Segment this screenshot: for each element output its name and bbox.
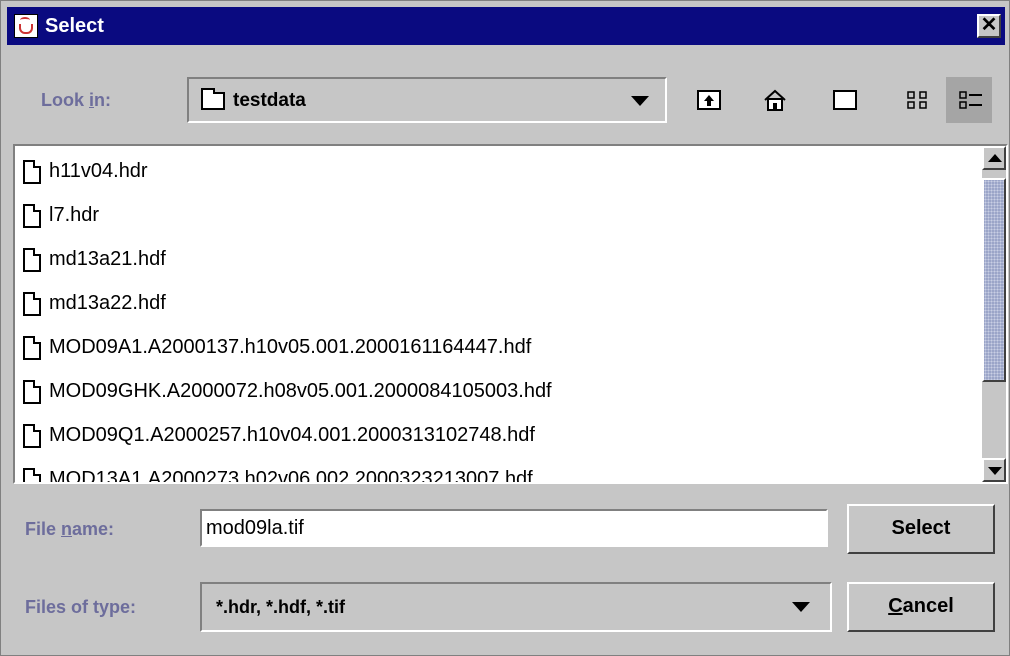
window-title: Select	[45, 15, 104, 37]
title-bar[interactable]: Select ✕	[7, 7, 1005, 45]
file-icon	[23, 336, 41, 360]
file-icon	[23, 248, 41, 272]
chevron-down-icon[interactable]	[631, 96, 649, 106]
java-cup-icon	[14, 14, 38, 38]
list-view-icon	[907, 90, 931, 110]
details-view-button[interactable]	[946, 77, 992, 123]
new-folder-icon	[833, 90, 857, 110]
arrow-up-icon	[988, 154, 1002, 162]
lookin-value: testdata	[233, 90, 306, 111]
up-one-level-button[interactable]	[684, 77, 730, 123]
home-button[interactable]	[750, 77, 796, 123]
filename-input[interactable]	[200, 509, 828, 547]
file-icon	[23, 160, 41, 184]
file-icon	[23, 424, 41, 448]
file-icon	[23, 468, 41, 482]
new-folder-button[interactable]	[820, 77, 866, 123]
chevron-down-icon[interactable]	[792, 602, 810, 612]
file-icon	[23, 380, 41, 404]
scroll-thumb[interactable]	[982, 178, 1006, 382]
details-view-icon	[959, 90, 983, 110]
filename-label: File name:	[25, 519, 115, 539]
arrow-down-icon	[988, 467, 1002, 475]
folder-icon	[201, 88, 225, 110]
scroll-down-button[interactable]	[982, 458, 1006, 482]
file-icon	[23, 292, 41, 316]
cancel-button[interactable]: Cancel	[847, 582, 995, 632]
filetype-label: Files of type:	[25, 597, 137, 617]
file-icon	[23, 204, 41, 228]
scroll-up-button[interactable]	[982, 146, 1006, 170]
lookin-label: Look in:	[41, 90, 112, 110]
list-view-button[interactable]	[894, 77, 940, 123]
filetype-value: *.hdr, *.hdf, *.tif	[216, 597, 345, 617]
close-button[interactable]: ✕	[977, 14, 1001, 38]
select-button[interactable]: Select	[847, 504, 995, 554]
home-icon	[763, 89, 787, 111]
vertical-scrollbar[interactable]	[982, 146, 1006, 482]
up-folder-icon	[697, 90, 721, 110]
filetype-combobox[interactable]: *.hdr, *.hdf, *.tif	[200, 582, 832, 632]
file-chooser-dialog: Select ✕ Look in: testdata h11v04.hdr l7…	[0, 0, 1010, 656]
file-list[interactable]: h11v04.hdr l7.hdr md13a21.hdf md13a22.hd…	[13, 144, 1008, 484]
lookin-combobox[interactable]: testdata	[187, 77, 667, 123]
